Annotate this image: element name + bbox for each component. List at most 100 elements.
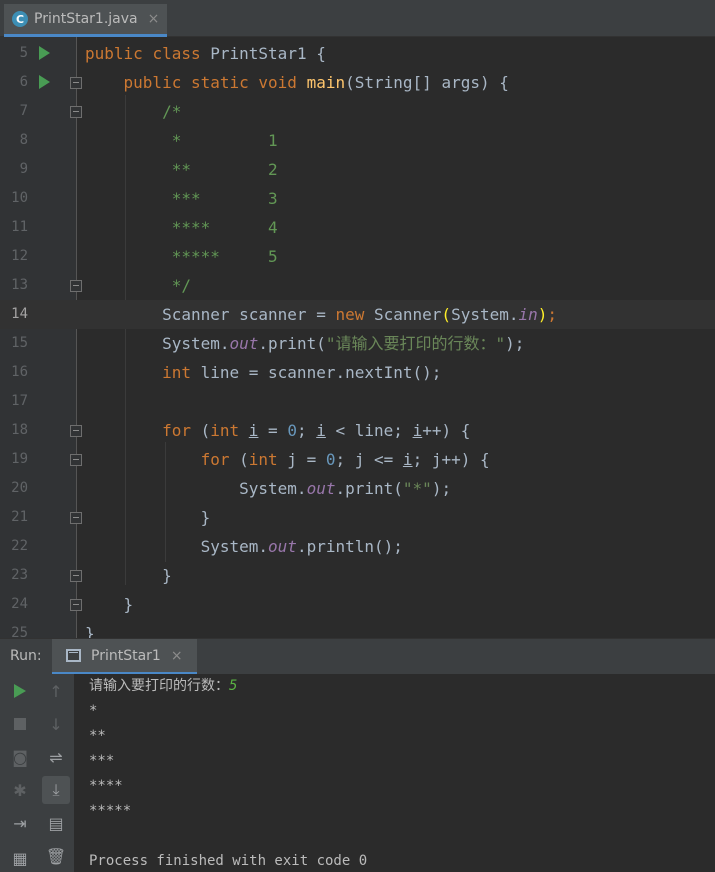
code-line: 18 for (int i = 0; i < line; i++) { <box>0 416 715 445</box>
run-arrow-icon[interactable] <box>39 75 50 89</box>
scroll-to-end-icon: ⤓ <box>52 780 60 799</box>
line-number: 22 <box>11 538 28 554</box>
fold-marker-icon[interactable] <box>70 106 82 118</box>
code-line: 10 *** 3 <box>0 184 715 213</box>
line-number: 21 <box>11 509 28 525</box>
console-user-input: 5 <box>229 678 238 694</box>
line-number: 19 <box>11 451 28 467</box>
console-exit-message: Process finished with exit code 0 <box>89 853 368 869</box>
console-line: **** <box>89 778 123 794</box>
code-line: 7 /* <box>0 97 715 126</box>
run-tool-window-header: Run: PrintStar1 × <box>0 638 715 675</box>
line-number: 13 <box>11 277 28 293</box>
line-number: 11 <box>11 219 28 235</box>
run-toolbar: ↑ ↓ ◙ ⇌ ✱ ⤓ ⇥ ▤ ▦ 🗑 <box>0 674 74 872</box>
close-tab-icon[interactable]: × <box>148 11 160 27</box>
line-number: 6 <box>19 74 28 90</box>
code-text: */ <box>162 276 191 295</box>
code-line: 9 ** 2 <box>0 155 715 184</box>
code-line: 6 public static void main(String[] args)… <box>0 68 715 97</box>
console-line: ** <box>89 728 106 744</box>
dump-threads-button[interactable]: ◙ <box>6 743 34 771</box>
print-button[interactable]: ▤ <box>42 809 70 837</box>
code-text: /* <box>162 102 182 121</box>
code-line: 13 */ <box>0 271 715 300</box>
line-number: 25 <box>11 625 28 638</box>
fold-marker-icon[interactable] <box>70 454 82 466</box>
run-tab-printstar1[interactable]: PrintStar1 × <box>52 639 197 675</box>
trash-icon: 🗑 <box>45 846 67 866</box>
console-line: *** <box>89 753 115 769</box>
code-line: 11 **** 4 <box>0 213 715 242</box>
java-class-icon: C <box>12 11 28 27</box>
camera-icon: ◙ <box>12 747 28 767</box>
layout-button[interactable]: ▦ <box>6 844 34 872</box>
code-line: 25 } <box>0 619 715 638</box>
fold-marker-icon[interactable] <box>70 512 82 524</box>
code-text: *** 3 <box>162 189 278 208</box>
line-number: 7 <box>19 103 28 119</box>
stop-icon <box>14 718 26 730</box>
up-arrow-icon: ↑ <box>49 681 63 701</box>
stop-button[interactable] <box>6 710 34 738</box>
console-window-icon <box>66 649 81 662</box>
debug-icon: ✱ <box>13 780 27 800</box>
code-text: int line = scanner.nextInt(); <box>162 363 442 382</box>
line-number: 24 <box>11 596 28 612</box>
soft-wrap-icon: ⇌ <box>49 747 63 767</box>
editor-tab-bar: C PrintStar1.java × <box>0 0 715 37</box>
run-label: Run: <box>10 648 42 664</box>
code-line: 19 for (int j = 0; j <= i; j++) { <box>0 445 715 474</box>
editor-tab-label: PrintStar1.java <box>34 11 138 27</box>
code-text: } <box>200 508 211 527</box>
fold-marker-icon[interactable] <box>70 425 82 437</box>
layout-icon: ▦ <box>12 848 28 868</box>
code-editor[interactable]: 5 public class PrintStar1 { 6 public sta… <box>0 37 715 638</box>
close-run-tab-icon[interactable]: × <box>171 648 183 664</box>
code-line: 5 public class PrintStar1 { <box>0 39 715 68</box>
code-text: System.out.print("*"); <box>239 479 452 498</box>
code-line: 24 } <box>0 590 715 619</box>
fold-marker-icon[interactable] <box>70 280 82 292</box>
console-line: ***** <box>89 803 132 819</box>
code-text: for (int j = 0; j <= i; j++) { <box>200 450 490 469</box>
code-text: public class PrintStar1 { <box>85 44 326 63</box>
code-text: public static void main(String[] args) { <box>123 73 509 92</box>
down-arrow-icon: ↓ <box>49 714 63 734</box>
scroll-down-button[interactable]: ↓ <box>42 710 70 738</box>
line-number: 18 <box>11 422 28 438</box>
line-number: 15 <box>11 335 28 351</box>
code-line: 17 <box>0 387 715 416</box>
scroll-up-button[interactable]: ↑ <box>42 677 70 705</box>
editor-tab-printstar1[interactable]: C PrintStar1.java × <box>4 4 168 37</box>
console-prompt-line: 请输入要打印的行数：5 <box>89 674 237 699</box>
code-text: System.out.print("请输入要打印的行数："); <box>162 334 525 353</box>
code-text: ***** 5 <box>162 247 278 266</box>
code-text: } <box>85 624 95 638</box>
clear-all-button[interactable]: 🗑 <box>42 842 70 870</box>
console-output[interactable]: 请输入要打印的行数：5 * ** *** **** ***** Process … <box>74 674 715 872</box>
rerun-icon <box>14 684 26 698</box>
line-number: 5 <box>19 45 28 61</box>
code-text: **** 4 <box>162 218 278 237</box>
line-number: 12 <box>11 248 28 264</box>
code-text: ** 2 <box>162 160 278 179</box>
code-line: 20 System.out.print("*"); <box>0 474 715 503</box>
line-number: 9 <box>19 161 28 177</box>
exit-button[interactable]: ⇥ <box>6 809 34 837</box>
code-line: 16 int line = scanner.nextInt(); <box>0 358 715 387</box>
rerun-button[interactable] <box>6 677 34 705</box>
code-text: } <box>162 566 172 585</box>
line-number: 14 <box>11 306 28 322</box>
run-arrow-icon[interactable] <box>39 46 50 60</box>
soft-wrap-button[interactable]: ⇌ <box>42 743 70 771</box>
line-number: 8 <box>19 132 28 148</box>
exit-icon: ⇥ <box>13 813 27 833</box>
fold-marker-icon[interactable] <box>70 599 82 611</box>
debug-settings-button[interactable]: ✱ <box>6 776 34 804</box>
fold-marker-icon[interactable] <box>70 570 82 582</box>
line-number: 23 <box>11 567 28 583</box>
code-text: System.out.println(); <box>200 537 403 556</box>
fold-marker-icon[interactable] <box>70 77 82 89</box>
scroll-to-end-button[interactable]: ⤓ <box>42 776 70 804</box>
